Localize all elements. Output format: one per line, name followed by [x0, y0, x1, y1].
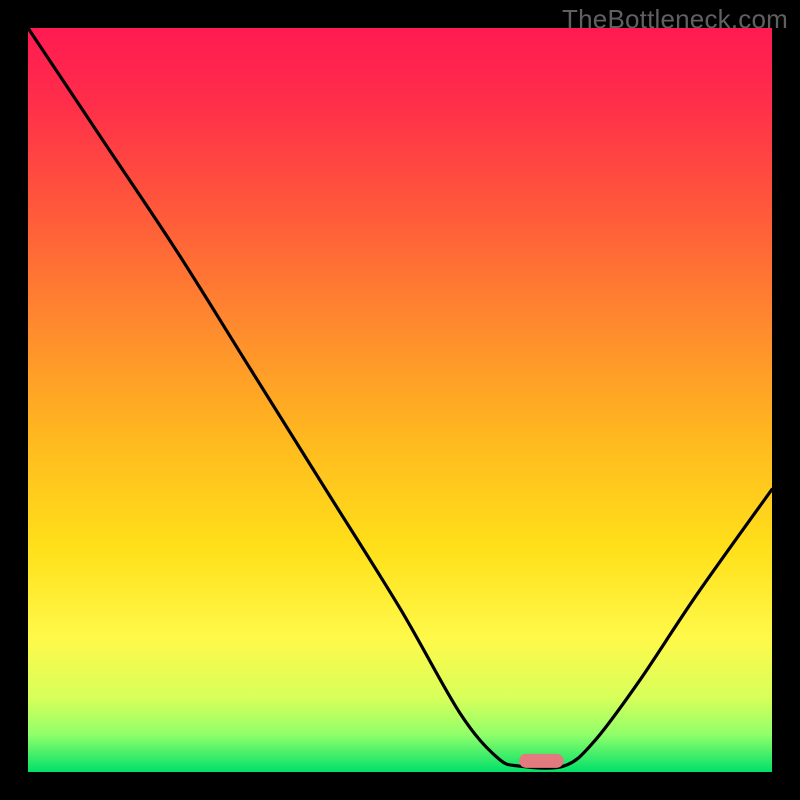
chart-svg [28, 28, 772, 772]
chart-container: TheBottleneck.com [0, 0, 800, 800]
optimum-marker [519, 754, 564, 768]
gradient-background [28, 28, 772, 772]
plot-area [28, 28, 772, 772]
